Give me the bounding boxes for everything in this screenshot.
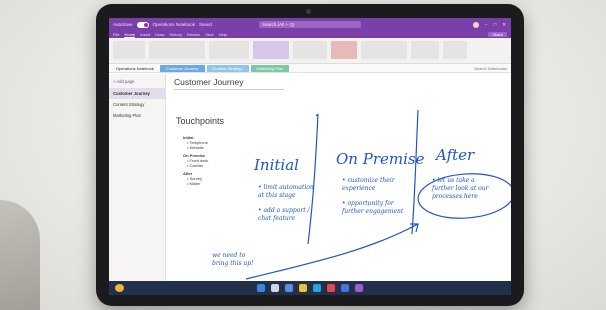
file-explorer-icon[interactable] [285,284,293,292]
paragraph-group[interactable] [209,41,249,59]
ink-initial: Initial [254,156,299,174]
todo-tag-group[interactable] [331,41,357,59]
search-icon[interactable] [271,284,279,292]
tablet-device: AutoSave Operations Notebook Saved Searc… [96,4,524,306]
menu-history[interactable]: History [169,32,181,37]
maximize-icon[interactable]: □ [494,22,497,27]
share-button[interactable]: Share [488,32,507,37]
menu-help[interactable]: Help [219,32,227,37]
menu-insert[interactable]: Insert [140,32,150,37]
page-item[interactable]: Marketing Plan [109,110,165,121]
ink-note: • limit automation at this stage [258,184,314,199]
ink-after: After [436,146,475,164]
page-item[interactable]: Content Strategy [109,99,165,110]
settings-icon[interactable] [355,284,363,292]
avatar[interactable] [472,21,479,28]
start-icon[interactable] [257,284,265,292]
tags-group[interactable] [293,41,327,59]
ink-note: • add a support / chat feature [258,207,310,222]
onenote-icon[interactable] [327,284,335,292]
menu-draw[interactable]: Draw [155,32,164,37]
menu-bar: File Home Insert Draw History Review Vie… [109,31,511,38]
notebook-selector[interactable]: Operations Notebook [112,66,158,71]
section-tab[interactable]: Customer Journey [159,64,205,72]
window-title: Operations Notebook [152,22,196,27]
page-item[interactable]: Customer Journey [109,88,165,99]
camera-icon [306,9,311,14]
ink-note: • opportunity for further engagement [342,200,404,215]
dictate-group[interactable] [411,41,439,59]
search-placeholder: Search (Alt + Q) [262,22,295,27]
menu-view[interactable]: View [205,32,214,37]
section-tabs: Operations Notebook Customer Journey Con… [109,64,511,73]
ribbon [109,38,511,64]
close-icon[interactable]: ✕ [502,22,506,28]
section-tab[interactable]: Content Strategy [206,64,249,72]
clipboard-group[interactable] [113,41,145,59]
menu-home[interactable]: Home [124,32,136,38]
email-meeting-group[interactable] [361,41,407,59]
search-box[interactable]: Search (Alt + Q) [259,21,361,28]
note-canvas[interactable]: Customer Journey Touchpoints Initial • T… [166,74,511,281]
minimize-icon[interactable]: – [485,22,488,27]
notebook-search[interactable]: Search Notebooks [474,66,507,71]
autosave-toggle[interactable] [136,21,149,28]
immersive-reader-group[interactable] [443,41,467,59]
teams-icon[interactable] [341,284,349,292]
title-bar: AutoSave Operations Notebook Saved Searc… [109,18,511,31]
autosave-label: AutoSave [113,22,133,27]
ink-note: • let us take a further look at our proces… [432,177,489,200]
edge-icon[interactable] [313,284,321,292]
menu-review[interactable]: Review [187,32,200,37]
section-tab[interactable]: Marketing Plan [250,64,290,72]
ink-note: • customize their experience [342,177,395,192]
taskbar-icons [257,284,363,292]
screen: AutoSave Operations Notebook Saved Searc… [109,18,511,295]
menu-file[interactable]: File [113,32,119,37]
page-list: + Add page Customer Journey Content Stra… [109,74,166,281]
add-page-button[interactable]: + Add page [109,74,165,88]
weather-icon[interactable] [115,284,124,292]
ink-note: we need to bring this up! [212,252,254,267]
save-status: Saved [199,22,212,27]
ink-on-premise: On Premise [336,150,425,168]
font-group[interactable] [149,41,205,59]
styles-group[interactable] [253,41,289,59]
store-icon[interactable] [299,284,307,292]
taskbar [109,281,511,295]
